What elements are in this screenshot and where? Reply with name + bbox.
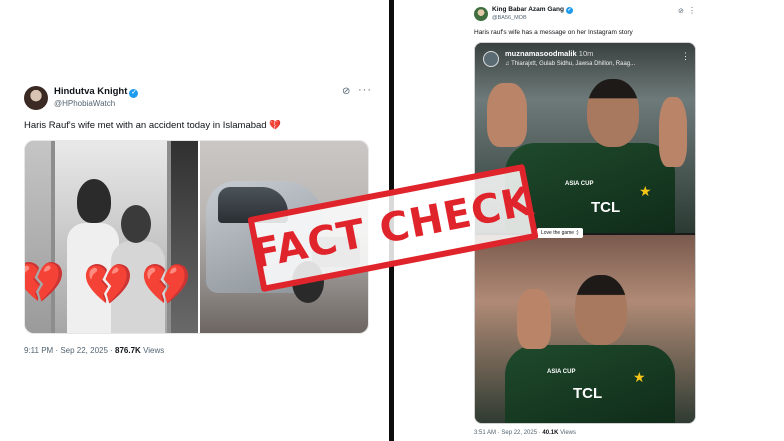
player-head bbox=[587, 79, 639, 147]
star-crest-icon: ★ bbox=[639, 183, 652, 199]
media-image-couple[interactable]: 💔 💔 💔 bbox=[25, 141, 198, 333]
broken-heart-icon: 💔 bbox=[141, 263, 191, 307]
verified-badge-icon: ✓ bbox=[566, 7, 573, 14]
story-caption-chip: Love the game :) bbox=[537, 228, 583, 238]
player-hand bbox=[487, 83, 527, 147]
story-tags[interactable]: ♫ Thiarajxtt, Gulab Sidhu, Jawsa Dhillon… bbox=[505, 61, 635, 67]
more-icon[interactable]: ⋮ bbox=[688, 6, 696, 15]
views-label: Views bbox=[143, 346, 165, 355]
user-handle[interactable]: @BA56_MOB bbox=[492, 15, 527, 21]
story-username[interactable]: muznamasoodmalik 10m bbox=[505, 49, 593, 58]
tweet-text: Haris Rauf's wife met with an accident t… bbox=[24, 120, 281, 131]
views-label: Views bbox=[560, 430, 576, 436]
avatar[interactable] bbox=[474, 7, 488, 21]
player-head bbox=[575, 275, 627, 345]
display-name[interactable]: Hindutva Knight ✓ bbox=[54, 86, 139, 98]
display-name[interactable]: King Babar Azam Gang ✓ bbox=[492, 6, 573, 14]
asia-cup-logo: ASIA CUP bbox=[565, 181, 594, 187]
broken-heart-emoji: 💔 bbox=[269, 120, 282, 131]
story-username-text[interactable]: muznamasoodmalik bbox=[505, 49, 577, 58]
player-hand bbox=[517, 289, 551, 349]
story-tags-text[interactable]: Thiarajxtt, Gulab Sidhu, Jawsa Dhillon, … bbox=[511, 61, 635, 67]
tweet-meta: 9:11 PM · Sep 22, 2025 · 876.7K Views bbox=[24, 346, 165, 355]
display-name-text[interactable]: Hindutva Knight bbox=[54, 86, 127, 97]
photo-figure-head bbox=[121, 205, 151, 243]
more-icon[interactable]: ··· bbox=[358, 84, 372, 96]
display-name-text[interactable]: King Babar Azam Gang bbox=[492, 6, 564, 13]
broken-heart-icon: 💔 bbox=[83, 263, 133, 307]
sponsor-logo: TCL bbox=[573, 385, 603, 402]
story-age: 10m bbox=[578, 49, 594, 58]
grok-icon[interactable]: ⊘ bbox=[342, 86, 350, 97]
tweet-text: Haris rauf's wife has a message on her I… bbox=[474, 29, 633, 36]
player-hand bbox=[659, 97, 687, 167]
story-avatar[interactable] bbox=[483, 51, 499, 67]
verified-badge-icon: ✓ bbox=[129, 89, 139, 98]
tweet-time[interactable]: 9:11 PM bbox=[24, 346, 53, 355]
photo-strip bbox=[25, 141, 51, 333]
tweet-date[interactable]: Sep 22, 2025 bbox=[60, 346, 108, 355]
tweet-time[interactable]: 3:51 AM bbox=[474, 430, 496, 436]
photo-figure-head bbox=[77, 179, 111, 223]
story-panel-bottom[interactable]: ASIA CUP TCL ★ bbox=[475, 235, 695, 423]
broken-heart-icon: 💔 bbox=[25, 263, 65, 303]
avatar[interactable] bbox=[24, 86, 48, 110]
tweet-meta: 3:51 AM · Sep 22, 2025 · 40.1K Views bbox=[474, 430, 576, 436]
star-crest-icon: ★ bbox=[633, 369, 646, 385]
views-count: 40.1K bbox=[542, 430, 559, 436]
tweet-text-body: Haris Rauf's wife met with an accident t… bbox=[24, 120, 267, 131]
tweet-date[interactable]: Sep 22, 2025 bbox=[501, 430, 537, 436]
sponsor-logo: TCL bbox=[591, 199, 621, 216]
views-count: 876.7K bbox=[115, 346, 141, 355]
user-handle[interactable]: @HPhobiaWatch bbox=[54, 99, 115, 108]
asia-cup-logo: ASIA CUP bbox=[547, 369, 576, 375]
grok-icon[interactable]: ⊘ bbox=[678, 7, 684, 15]
story-more-icon[interactable]: ⋮ bbox=[681, 51, 690, 62]
